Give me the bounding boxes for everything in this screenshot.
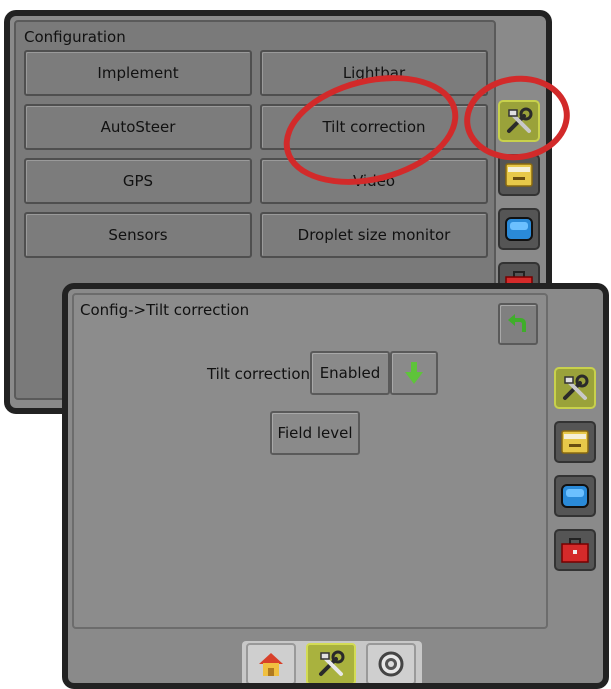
- sensors-button[interactable]: Sensors: [24, 212, 252, 258]
- droplet-size-monitor-button[interactable]: Droplet size monitor: [260, 212, 488, 258]
- tab-display[interactable]: [554, 475, 596, 517]
- back-button[interactable]: [498, 303, 538, 345]
- down-arrow-icon: [405, 362, 423, 384]
- tools-icon: [507, 107, 533, 133]
- tilt-correction-panel: Config->Tilt correction Tilt correction …: [72, 293, 548, 629]
- lightbar-button[interactable]: Lightbar: [260, 50, 488, 96]
- toolbox-icon: [561, 538, 589, 563]
- tab-tools[interactable]: [554, 367, 596, 409]
- back-arrow-icon: [508, 314, 526, 332]
- tilt-dropdown-button[interactable]: [390, 351, 438, 395]
- tilt-correction-screen: Config->Tilt correction Tilt correction …: [62, 283, 609, 689]
- field-level-button[interactable]: Field level: [270, 411, 360, 455]
- display-icon: [505, 217, 533, 241]
- nav-home[interactable]: [246, 643, 296, 683]
- gauge-icon: [378, 651, 404, 677]
- page-title: Config->Tilt correction: [80, 301, 250, 319]
- tab-display[interactable]: [498, 208, 540, 250]
- tilt-correction-screen-face: Config->Tilt correction Tilt correction …: [68, 289, 603, 683]
- tab-tools-box[interactable]: [554, 529, 596, 571]
- folder-icon: [505, 163, 533, 187]
- tools-icon: [563, 374, 589, 400]
- autosteer-button[interactable]: AutoSteer: [24, 104, 252, 150]
- nav-tools[interactable]: [306, 643, 356, 683]
- tools-icon: [319, 650, 345, 676]
- gps-button[interactable]: GPS: [24, 158, 252, 204]
- tilt-correction-button[interactable]: Tilt correction: [260, 104, 488, 150]
- tilt-correction-value[interactable]: Enabled: [310, 351, 390, 395]
- tilt-correction-label: Tilt correction: [206, 365, 310, 383]
- folder-icon: [561, 430, 589, 454]
- page-title: Configuration: [24, 28, 126, 46]
- video-button[interactable]: Video: [260, 158, 488, 204]
- tab-data[interactable]: [498, 154, 540, 196]
- home-icon: [259, 653, 283, 676]
- display-icon: [561, 484, 589, 508]
- nav-gauge[interactable]: [366, 643, 416, 683]
- bottom-nav: [242, 641, 422, 683]
- tab-tools[interactable]: [498, 100, 540, 142]
- implement-button[interactable]: Implement: [24, 50, 252, 96]
- tab-data[interactable]: [554, 421, 596, 463]
